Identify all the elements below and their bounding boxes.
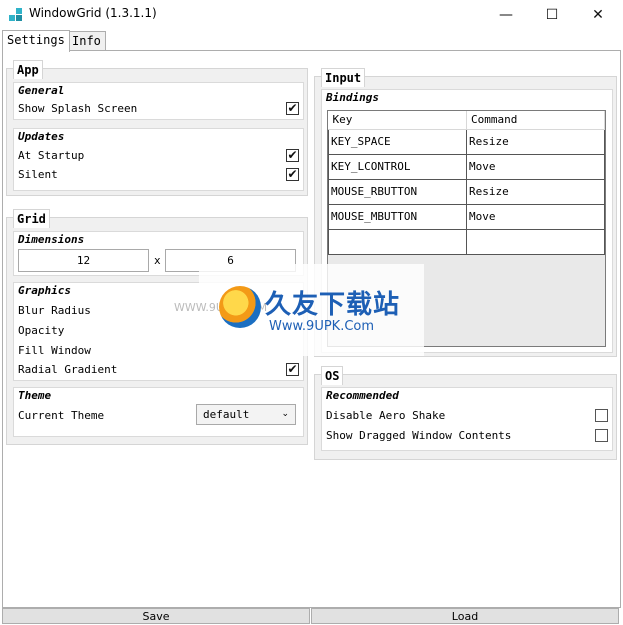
at-startup-checkbox[interactable]: ✔ — [286, 149, 299, 162]
opacity-label: Opacity — [18, 324, 65, 337]
binding-key-cell[interactable] — [328, 228, 467, 255]
table-row[interactable]: MOUSE_MBUTTON Move — [328, 203, 605, 230]
updates-group: Updates At Startup ✔ Silent ✔ — [13, 128, 304, 191]
recommended-group: Recommended Disable Aero Shake Show Drag… — [321, 387, 613, 451]
grid-panel-title: Grid — [13, 209, 50, 228]
binding-key-cell[interactable]: KEY_SPACE — [328, 128, 467, 155]
maximize-icon: ☐ — [545, 7, 559, 23]
bindings-table: Key Command KEY_SPACE Resize KEY_LCONTRO… — [328, 111, 605, 255]
tab-settings[interactable]: Settings — [2, 30, 70, 52]
tab-info[interactable]: Info — [67, 31, 106, 51]
theme-select[interactable]: default ⌄ — [196, 404, 296, 425]
column-header-command[interactable]: Command — [466, 111, 605, 130]
tab-strip: Settings Info — [2, 30, 621, 52]
binding-key-cell[interactable]: MOUSE_RBUTTON — [328, 178, 467, 205]
binding-key-cell[interactable]: MOUSE_MBUTTON — [328, 203, 467, 230]
radial-gradient-checkbox[interactable]: ✔ — [286, 363, 299, 376]
os-panel: OS Recommended Disable Aero Shake Show D… — [314, 366, 617, 460]
title-bar[interactable]: WindowGrid (1.3.1.1) — ☐ ✕ — [0, 0, 623, 30]
input-panel-title: Input — [321, 68, 366, 87]
current-theme-label: Current Theme — [18, 409, 105, 422]
general-group: General Show Splash Screen ✔ — [13, 82, 304, 120]
maximize-button[interactable]: ☐ — [529, 0, 575, 30]
radial-gradient-label: Radial Gradient — [18, 363, 118, 376]
general-group-title: General — [18, 84, 65, 97]
binding-command-cell[interactable] — [466, 228, 605, 255]
bindings-group-title: Bindings — [326, 91, 379, 104]
binding-command-cell[interactable]: Resize — [466, 178, 605, 205]
minimize-icon: — — [499, 7, 513, 23]
recommended-group-title: Recommended — [326, 389, 399, 402]
column-header-key[interactable]: Key — [328, 111, 467, 130]
app-grid-icon — [9, 8, 23, 22]
binding-key-cell[interactable]: KEY_LCONTROL — [328, 153, 467, 180]
watermark-logo-icon — [219, 286, 261, 328]
table-row[interactable]: KEY_SPACE Resize — [328, 128, 605, 155]
watermark-brand: 久友下载站 — [265, 290, 401, 320]
table-row[interactable]: KEY_LCONTROL Move — [328, 153, 605, 180]
close-icon: ✕ — [592, 7, 604, 23]
updates-group-title: Updates — [18, 130, 65, 143]
close-button[interactable]: ✕ — [575, 0, 621, 30]
at-startup-label: At Startup — [18, 149, 85, 162]
app-panel: App General Show Splash Screen ✔ Updates… — [6, 60, 308, 196]
graphics-group-title: Graphics — [18, 284, 71, 297]
dimension-separator: x — [154, 254, 161, 267]
binding-command-cell[interactable]: Move — [466, 203, 605, 230]
show-dragged-checkbox[interactable] — [595, 429, 608, 442]
blur-radius-label: Blur Radius — [18, 304, 91, 317]
disable-aero-shake-label: Disable Aero Shake — [326, 409, 446, 422]
show-splash-checkbox[interactable]: ✔ — [286, 102, 299, 115]
silent-label: Silent — [18, 168, 58, 181]
watermark-url: Www.9UPK.Com — [269, 319, 375, 334]
grid-width-input[interactable]: 12 — [18, 249, 149, 272]
table-row-new[interactable] — [328, 228, 605, 255]
theme-group-title: Theme — [18, 389, 52, 402]
disable-aero-shake-checkbox[interactable] — [595, 409, 608, 422]
theme-group: Theme Current Theme default ⌄ — [13, 387, 304, 437]
dimensions-group-title: Dimensions — [18, 233, 85, 246]
watermark-overlay: WWW.9UPK.COM 久友下载站 Www.9UPK.Com — [174, 264, 424, 356]
show-dragged-label: Show Dragged Window Contents — [326, 429, 512, 442]
window-title: WindowGrid (1.3.1.1) — [29, 6, 157, 20]
table-row[interactable]: MOUSE_RBUTTON Resize — [328, 178, 605, 205]
binding-command-cell[interactable]: Resize — [466, 128, 605, 155]
fill-window-label: Fill Window — [18, 344, 91, 357]
theme-select-value: default — [203, 408, 250, 421]
silent-checkbox[interactable]: ✔ — [286, 168, 299, 181]
app-panel-title: App — [13, 60, 43, 79]
os-panel-title: OS — [321, 366, 344, 385]
show-splash-label: Show Splash Screen — [18, 102, 138, 115]
binding-command-cell[interactable]: Move — [466, 153, 605, 180]
minimize-button[interactable]: — — [483, 0, 529, 30]
chevron-down-icon: ⌄ — [281, 409, 289, 419]
